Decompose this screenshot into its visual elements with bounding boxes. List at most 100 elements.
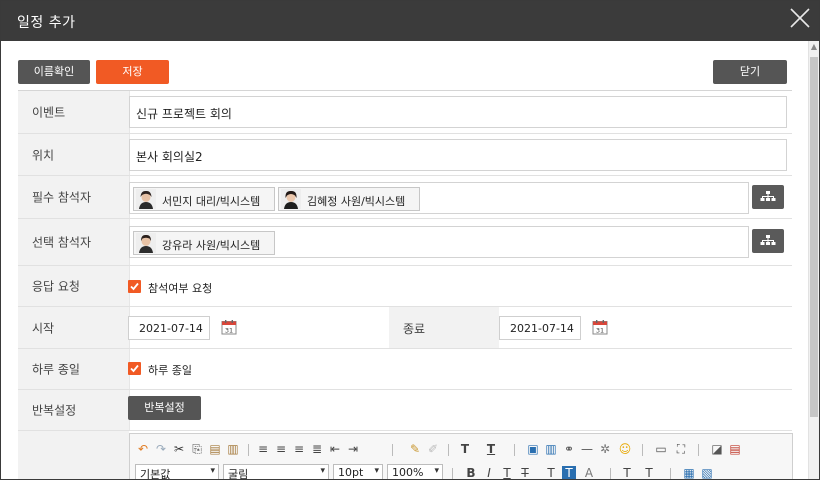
event-value: 신규 프로젝트 회의: [136, 107, 232, 121]
toolbar-separator: [670, 468, 671, 479]
fullscreen-icon[interactable]: ⛶: [674, 442, 688, 456]
event-label: 이벤트: [18, 91, 130, 133]
optional-attendees-row: 선택 참석자 강유라 사원/빅시스템: [18, 219, 792, 266]
optional-label-text: 선택 참석자: [32, 235, 92, 250]
align-justify-icon[interactable]: ≣: [310, 442, 324, 456]
repeat-row: 반복설정 반복설정: [18, 390, 792, 431]
outdent-icon[interactable]: ⇤: [328, 442, 342, 456]
repeat-settings-button[interactable]: 반복설정: [128, 396, 201, 420]
edit-table-icon[interactable]: ▧: [700, 466, 714, 479]
schedule-dialog: 일정 추가 이름확인 저장 닫기 이벤트 신규 프로젝트 회의 위치 본사 회의…: [0, 0, 820, 480]
link-icon[interactable]: ⚭: [562, 442, 576, 456]
location-label-text: 위치: [32, 148, 55, 162]
location-input[interactable]: 본사 회의실2: [129, 139, 787, 171]
attendee-name: 서민지 대리/빅시스템: [162, 195, 261, 208]
emoji-icon[interactable]: ☺: [618, 442, 632, 456]
copy-icon[interactable]: ⎘: [190, 442, 204, 456]
indent-icon[interactable]: ⇥: [346, 442, 360, 456]
event-input[interactable]: 신규 프로젝트 회의: [129, 96, 787, 128]
org-chart-button[interactable]: [752, 185, 784, 209]
vertical-scrollbar[interactable]: ▲: [808, 41, 819, 479]
toolbar-separator: [514, 444, 515, 456]
allday-checkbox-label: 하루 종일: [148, 364, 192, 377]
toolbar-separator: [642, 444, 643, 456]
zoom-select[interactable]: 100% ▾: [387, 464, 443, 479]
end-date-input[interactable]: 2021-07-14: [499, 316, 581, 340]
chevron-down-icon: ▾: [210, 466, 215, 476]
strike-icon[interactable]: T: [518, 466, 532, 479]
toolbar-separator: [452, 468, 453, 479]
attendee-name: 강유라 사원/빅시스템: [162, 239, 261, 252]
page-break-icon[interactable]: ▭: [654, 442, 668, 456]
allday-row: 하루 종일 하루 종일: [18, 349, 792, 390]
avatar: [136, 189, 156, 209]
special-char-icon[interactable]: ✲: [598, 442, 612, 456]
image-icon[interactable]: ▣: [526, 442, 540, 456]
required-attendees-field[interactable]: 서민지 대리/빅시스템 김혜정 사원/빅시스템: [129, 182, 749, 214]
response-checkbox[interactable]: [128, 280, 141, 293]
pdf-icon[interactable]: ▤: [728, 442, 742, 456]
optional-label: 선택 참석자: [18, 219, 130, 265]
start-label-text: 시작: [32, 321, 55, 335]
table-icon[interactable]: ▦: [682, 466, 696, 479]
format-icon[interactable]: T: [620, 466, 634, 479]
italic-icon[interactable]: I: [482, 466, 496, 479]
bold-icon[interactable]: B: [464, 466, 478, 479]
align-right-icon[interactable]: ≡: [292, 442, 306, 456]
editor-label-cell: [18, 431, 129, 479]
check-name-button[interactable]: 이름확인: [18, 60, 90, 84]
date-row: 시작 2021-07-14 31 종료 2021-07-14 31: [18, 307, 792, 349]
superscript-icon[interactable]: T: [544, 466, 558, 479]
hr-icon[interactable]: —: [580, 442, 594, 456]
preview-icon[interactable]: ◪: [710, 442, 724, 456]
underline-icon[interactable]: T: [500, 466, 514, 479]
font-style-select[interactable]: 기본값 ▾: [135, 464, 219, 480]
end-label: 종료: [389, 307, 499, 348]
font-size-select[interactable]: 10pt ▾: [333, 464, 383, 479]
font-style-value: 기본값: [140, 468, 171, 480]
align-left-icon[interactable]: ≡: [256, 442, 270, 456]
allday-checkbox[interactable]: [128, 362, 141, 375]
attendee-chip[interactable]: 김혜정 사원/빅시스템: [278, 187, 420, 211]
attendee-chip[interactable]: 서민지 대리/빅시스템: [133, 187, 275, 211]
paste-text-icon[interactable]: ▥: [226, 442, 240, 456]
close-button[interactable]: 닫기: [713, 60, 787, 84]
undo-icon[interactable]: ↶: [136, 442, 150, 456]
save-button[interactable]: 저장: [96, 60, 169, 84]
attendee-chip[interactable]: 강유라 사원/빅시스템: [133, 231, 275, 255]
event-row: 이벤트 신규 프로젝트 회의: [18, 91, 792, 134]
text-t-icon[interactable]: T: [458, 442, 472, 456]
super-icon[interactable]: T: [642, 466, 656, 479]
response-checkbox-label: 참석여부 요청: [148, 282, 213, 295]
start-date-input[interactable]: 2021-07-14: [128, 316, 210, 340]
response-row: 응답 요청 참석여부 요청: [18, 266, 792, 307]
paste-icon[interactable]: ▤: [208, 442, 222, 456]
close-icon[interactable]: [789, 7, 811, 29]
format-paint-icon[interactable]: ✎: [408, 442, 422, 456]
location-label: 위치: [18, 134, 130, 175]
org-chart-icon: [752, 191, 784, 212]
highlight-icon[interactable]: A: [582, 466, 596, 479]
scroll-up-icon[interactable]: ▲: [810, 43, 818, 51]
calendar-icon[interactable]: 31: [221, 319, 237, 335]
text-underline-t-icon[interactable]: T: [484, 442, 498, 456]
org-chart-button[interactable]: [752, 229, 784, 253]
optional-attendees-field[interactable]: 강유라 사원/빅시스템: [129, 226, 749, 258]
font-family-select[interactable]: 굴림 ▾: [223, 464, 329, 480]
font-color-icon[interactable]: T: [562, 466, 576, 479]
svg-text:31: 31: [225, 327, 233, 335]
repeat-label: 반복설정: [18, 390, 130, 430]
redo-icon[interactable]: ↷: [154, 442, 168, 456]
avatar: [281, 189, 301, 209]
clear-format-icon[interactable]: ✐: [426, 442, 440, 456]
required-label: 필수 참석자: [18, 176, 130, 218]
align-center-icon[interactable]: ≡: [274, 442, 288, 456]
cut-icon[interactable]: ✂: [172, 442, 186, 456]
scrollbar-thumb[interactable]: [810, 57, 818, 417]
chart-icon[interactable]: ▥: [544, 442, 558, 456]
response-label-text: 응답 요청: [32, 279, 80, 294]
attendee-name: 김혜정 사원/빅시스템: [307, 195, 406, 208]
event-label-text: 이벤트: [32, 105, 66, 120]
font-family-value: 굴림: [228, 468, 249, 480]
calendar-icon[interactable]: 31: [592, 319, 608, 335]
